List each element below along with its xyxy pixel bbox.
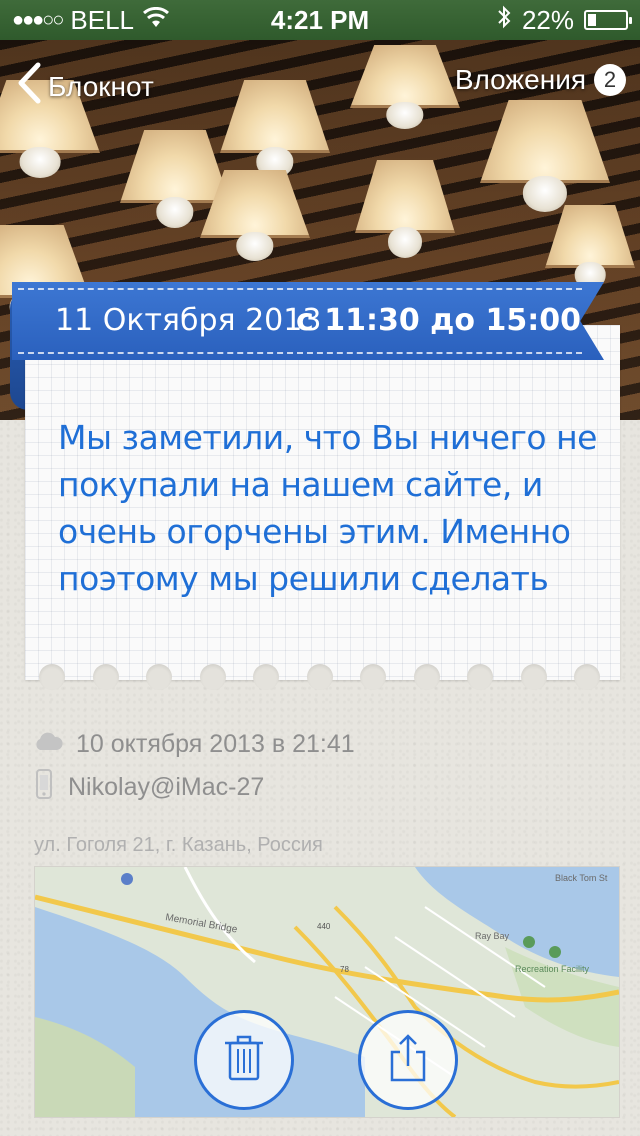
status-time: 4:21 PM <box>270 4 370 35</box>
location-map[interactable]: Memorial Bridge Ray Bay Recreation Facil… <box>34 866 620 1118</box>
attachments-count-badge: 2 <box>594 64 626 96</box>
phone-icon <box>32 768 56 807</box>
note-text-line: очень огорчены этим. Именно <box>58 512 571 551</box>
trash-icon <box>222 1033 266 1088</box>
wifi-icon <box>142 5 170 36</box>
perforation-hole <box>146 664 172 690</box>
perforation-hole <box>360 664 386 690</box>
attachments-label: Вложения <box>454 64 586 95</box>
perforation-hole <box>92 664 119 690</box>
share-button[interactable] <box>358 1010 458 1110</box>
attachments-button[interactable]: Вложения 2 <box>455 64 626 96</box>
perforation-hole <box>520 664 547 690</box>
map-label: Ray Bay <box>475 931 510 941</box>
lamp-shade <box>355 160 455 258</box>
note-text[interactable]: Мы заметили, что Вы ничего не покупали н… <box>58 414 608 602</box>
lamp-shade <box>545 205 635 289</box>
map-label: 78 <box>340 965 349 974</box>
map-label: Black Tom St <box>555 873 608 883</box>
perforation-hole <box>413 664 440 690</box>
note-text-line: Мы заметили, что Вы ничего не <box>58 418 597 457</box>
perforation-hole <box>306 664 333 690</box>
battery-level <box>588 14 596 26</box>
ribbon-time-range: с 11:30 до 15:00 <box>296 303 581 338</box>
device-name: Nikolay@iMac-27 <box>68 773 265 801</box>
note-text-line: поэтому мы решили сделать <box>58 559 549 598</box>
perforation-hole <box>39 664 65 690</box>
address-label: ул. Гоголя 21, г. Казань, Россия <box>34 834 323 856</box>
back-label: Блокнот <box>48 70 154 102</box>
map-label: Recreation Facility <box>515 964 590 974</box>
lamp-shade <box>200 170 310 261</box>
battery-percent: 22% <box>521 4 574 35</box>
note-perforation <box>25 662 620 690</box>
device-info: Nikolay@iMac-27 <box>32 768 264 807</box>
signal-strength: ●●●○○ <box>12 8 64 31</box>
perforation-hole <box>199 664 226 690</box>
status-bar: ●●●○○ BELL 4:21 PM 22% <box>0 0 640 40</box>
map-label: 440 <box>317 922 331 931</box>
sync-datetime: 10 октября 2013 в 21:41 <box>76 730 355 758</box>
map-graphic: Memorial Bridge Ray Bay Recreation Facil… <box>35 867 619 1117</box>
lamp-shade <box>480 100 610 212</box>
chevron-left-icon <box>16 62 42 111</box>
perforation-hole <box>467 664 493 690</box>
share-icon <box>386 1032 430 1089</box>
back-button[interactable]: Блокнот <box>16 62 154 111</box>
cloud-icon <box>32 730 64 759</box>
battery-icon <box>584 10 632 30</box>
delete-button[interactable] <box>194 1010 294 1110</box>
ribbon-date: 11 Октября 2013 <box>55 303 322 338</box>
bluetooth-icon <box>496 5 512 36</box>
note-text-line: покупали на нашем сайте, и <box>58 465 543 504</box>
lamp-shade <box>220 80 330 178</box>
perforation-hole <box>574 664 600 690</box>
carrier-name: BELL <box>70 4 135 35</box>
lamp-shade <box>350 45 460 129</box>
perforation-hole <box>253 664 279 690</box>
sync-info: 10 октября 2013 в 21:41 <box>32 730 355 759</box>
